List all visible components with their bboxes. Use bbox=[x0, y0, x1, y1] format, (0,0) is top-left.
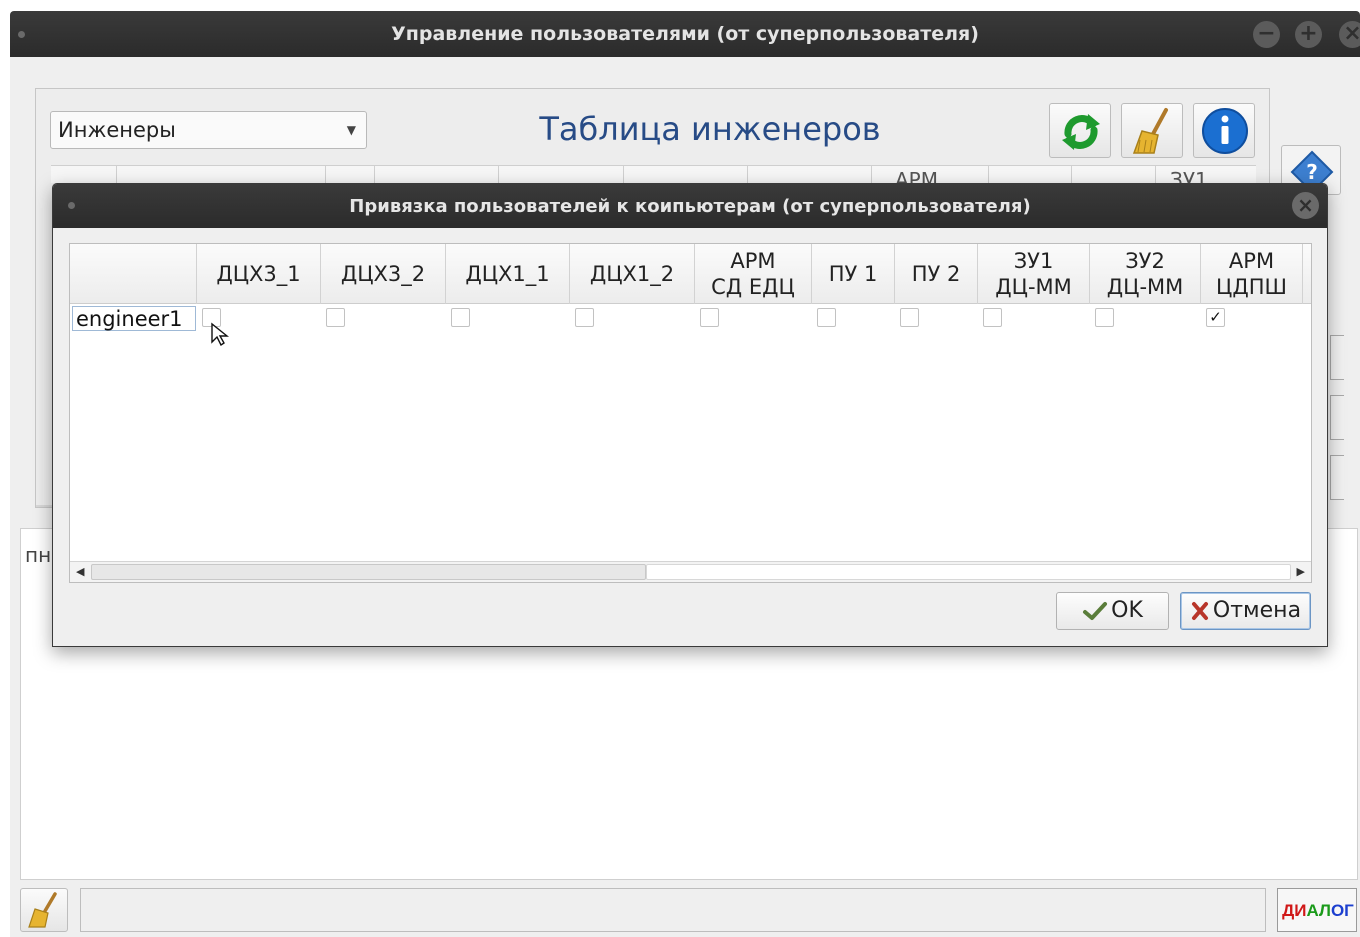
svg-text:?: ? bbox=[1306, 160, 1318, 184]
column-header[interactable]: ДЦХ1_2 bbox=[570, 244, 695, 304]
ok-check-icon bbox=[1083, 602, 1108, 620]
cancel-label: Отмена bbox=[1212, 598, 1302, 623]
main-window-titlebar: Управление пользователями (от суперпольз… bbox=[10, 11, 1360, 57]
column-header-partial bbox=[1303, 244, 1311, 304]
mode-indicator-letters: АЛ bbox=[1306, 901, 1331, 920]
info-icon bbox=[1202, 108, 1248, 154]
mode-indicator-letters: ОГ bbox=[1330, 901, 1354, 920]
users-table-header bbox=[51, 165, 1256, 183]
close-icon[interactable]: × bbox=[1292, 192, 1319, 219]
corner-header-cell bbox=[70, 244, 197, 304]
users-table-column-header: ЗУ1 bbox=[1170, 168, 1208, 183]
table-title: Таблица инженеров bbox=[539, 110, 881, 148]
row-header-user[interactable]: engineer1 bbox=[72, 306, 196, 331]
checkbox[interactable] bbox=[900, 308, 919, 327]
column-header[interactable]: ЗУ2 ДЦ-ММ bbox=[1090, 244, 1201, 304]
close-icon[interactable]: × bbox=[1339, 21, 1360, 48]
mode-indicator-label: ДИАЛОГ bbox=[1282, 901, 1354, 920]
checkbox[interactable] bbox=[326, 308, 345, 327]
refresh-icon bbox=[1062, 114, 1100, 150]
table-header: ДЦХ3_1 ДЦХ3_2 ДЦХ1_1 ДЦХ1_2 АРМ СД ЕДЦ П… bbox=[70, 244, 1311, 304]
maximize-icon[interactable]: + bbox=[1295, 21, 1322, 48]
checkbox[interactable] bbox=[700, 308, 719, 327]
role-select[interactable]: Инженеры ▼ bbox=[50, 111, 367, 149]
assignment-table[interactable]: ДЦХ3_1 ДЦХ3_2 ДЦХ1_1 ДЦХ1_2 АРМ СД ЕДЦ П… bbox=[69, 243, 1312, 583]
scroll-left-icon[interactable]: ◀ bbox=[76, 565, 84, 578]
table-row: engineer1 ✓ bbox=[70, 305, 1311, 332]
side-button[interactable] bbox=[1330, 335, 1344, 380]
scroll-right-icon[interactable]: ▶ bbox=[1297, 565, 1305, 578]
status-field bbox=[80, 888, 1266, 932]
minimize-icon[interactable]: − bbox=[1253, 21, 1280, 48]
clear-log-button[interactable] bbox=[20, 888, 68, 932]
checkbox[interactable] bbox=[817, 308, 836, 327]
cancel-x-icon bbox=[1191, 602, 1208, 620]
column-header[interactable]: ДЦХ3_2 bbox=[321, 244, 446, 304]
horizontal-scrollbar[interactable]: ◀ ▶ bbox=[70, 561, 1311, 582]
broom-icon bbox=[1132, 108, 1168, 154]
side-button[interactable] bbox=[1330, 395, 1344, 440]
scrollbar-thumb[interactable] bbox=[646, 564, 1291, 580]
role-select-value: Инженеры bbox=[58, 118, 176, 142]
column-header[interactable]: ЗУ1 ДЦ-ММ bbox=[978, 244, 1090, 304]
ok-button[interactable]: OK bbox=[1056, 592, 1169, 630]
mode-indicator: ДИАЛОГ bbox=[1277, 888, 1357, 932]
cancel-button[interactable]: Отмена bbox=[1180, 592, 1311, 630]
broom-icon bbox=[28, 892, 57, 928]
checkbox[interactable] bbox=[983, 308, 1002, 327]
column-header[interactable]: ПУ 1 bbox=[812, 244, 895, 304]
ok-label: OK bbox=[1111, 598, 1143, 623]
checkbox[interactable]: ✓ bbox=[1206, 308, 1225, 327]
scrollbar-track-left bbox=[91, 564, 646, 580]
column-header[interactable]: АРМ СД ЕДЦ bbox=[695, 244, 812, 304]
mouse-cursor-icon bbox=[211, 322, 229, 347]
main-window-title: Управление пользователями (от суперпольз… bbox=[391, 23, 979, 45]
dialog-title: Привязка пользователей к коипьютерам (от… bbox=[349, 196, 1031, 217]
info-button[interactable] bbox=[1193, 103, 1255, 158]
log-text: пн bbox=[25, 543, 52, 567]
column-header[interactable]: АРМ ЦДПШ bbox=[1201, 244, 1303, 304]
column-header[interactable]: ДЦХ3_1 bbox=[197, 244, 321, 304]
side-button[interactable] bbox=[1330, 455, 1344, 500]
assign-dialog: Привязка пользователей к коипьютерам (от… bbox=[52, 183, 1328, 647]
clear-button[interactable] bbox=[1121, 103, 1183, 158]
mode-indicator-letters: ДИ bbox=[1282, 901, 1307, 920]
users-table-column-header: АРМ bbox=[895, 168, 938, 183]
refresh-button[interactable] bbox=[1049, 103, 1111, 158]
chevron-down-icon: ▼ bbox=[346, 123, 356, 137]
checkbox[interactable] bbox=[451, 308, 470, 327]
column-header[interactable]: ПУ 2 bbox=[895, 244, 978, 304]
column-header[interactable]: ДЦХ1_1 bbox=[446, 244, 570, 304]
checkbox[interactable] bbox=[575, 308, 594, 327]
dialog-titlebar: Привязка пользователей к коипьютерам (от… bbox=[53, 184, 1327, 228]
checkbox[interactable] bbox=[1095, 308, 1114, 327]
